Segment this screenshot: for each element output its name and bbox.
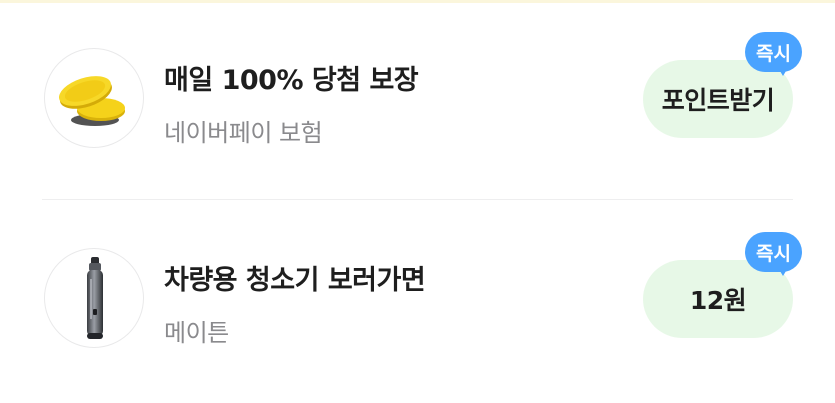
instant-badge: 즉시 — [745, 232, 802, 272]
offer-thumbnail — [44, 248, 144, 348]
badge-tail — [777, 266, 789, 276]
gold-coins-icon — [59, 76, 125, 126]
offer-sponsor: 네이버페이 보험 — [164, 119, 323, 147]
divider — [42, 199, 793, 200]
offer-sponsor: 메이튼 — [164, 319, 229, 347]
offer-thumbnail — [44, 48, 144, 148]
handheld-vacuum-icon — [87, 257, 103, 339]
offer-item[interactable]: 매일 100% 당첨 보장 네이버페이 보험 포인트받기 즉시 — [0, 22, 835, 182]
offer-title: 차량용 청소기 보러가면 — [164, 265, 426, 296]
badge-tail — [777, 66, 789, 76]
offer-list: 매일 100% 당첨 보장 네이버페이 보험 포인트받기 즉시 차량용 청소기 … — [0, 0, 835, 403]
instant-badge: 즉시 — [745, 32, 802, 72]
offer-title: 매일 100% 당첨 보장 — [164, 65, 419, 96]
offer-item[interactable]: 차량용 청소기 보러가면 메이튼 12원 즉시 — [0, 222, 835, 382]
